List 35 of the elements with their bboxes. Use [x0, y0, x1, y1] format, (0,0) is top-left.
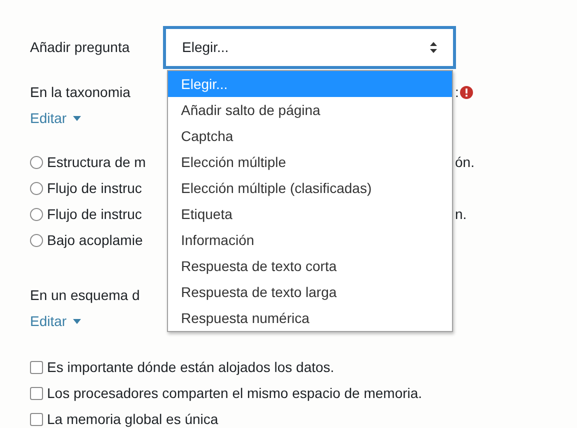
dropdown-option[interactable]: Elección múltiple [168, 149, 452, 175]
answer-option: Flujo de instruc [47, 204, 142, 224]
answer-option: Estructura de m [47, 152, 146, 172]
dropdown-option[interactable]: Información [168, 227, 452, 253]
question-type-select[interactable]: Elegir... [163, 26, 456, 68]
answer-option: ón. [455, 152, 474, 172]
dropdown-option[interactable]: Añadir salto de página [168, 97, 452, 123]
dropdown-option[interactable]: Captcha [168, 123, 452, 149]
dropdown-option[interactable]: Respuesta de texto larga [168, 279, 452, 305]
answer-option: Los procesadores comparten el mismo espacio de memoria. [47, 382, 422, 404]
dropdown-option[interactable]: Respuesta numérica [168, 305, 452, 331]
edit-menu-link[interactable]: Editar [30, 310, 81, 332]
answer-option: Es importante dónde están alojados los datos. [47, 356, 334, 378]
caret-down-icon [72, 318, 81, 324]
dropdown-option[interactable]: Respuesta de texto corta [168, 253, 452, 279]
question-text: : [455, 82, 459, 102]
question-text: En la taxonomia [30, 82, 130, 102]
checkbox[interactable] [30, 386, 43, 400]
field-label: Añadir pregunta [30, 38, 131, 57]
radio-button[interactable] [30, 234, 43, 246]
answer-option: Bajo acoplamie [47, 230, 143, 250]
answer-option: n. [455, 204, 467, 224]
answer-option: La memoria global es única [47, 408, 218, 428]
sort-caret-icon [430, 42, 437, 52]
checkbox[interactable] [30, 360, 43, 374]
radio-button[interactable] [30, 156, 43, 168]
radio-button[interactable] [30, 208, 43, 220]
edit-menu-link[interactable]: Editar [30, 108, 81, 128]
checkbox[interactable] [30, 412, 43, 426]
dropdown-option[interactable]: Etiqueta [168, 201, 452, 227]
answer-option: Flujo de instruc [47, 178, 142, 198]
radio-button[interactable] [30, 182, 43, 194]
dropdown-option[interactable]: Elección múltiple (clasificadas) [168, 175, 452, 201]
question-text: En un esquema d [30, 286, 140, 305]
caret-down-icon [72, 116, 81, 120]
